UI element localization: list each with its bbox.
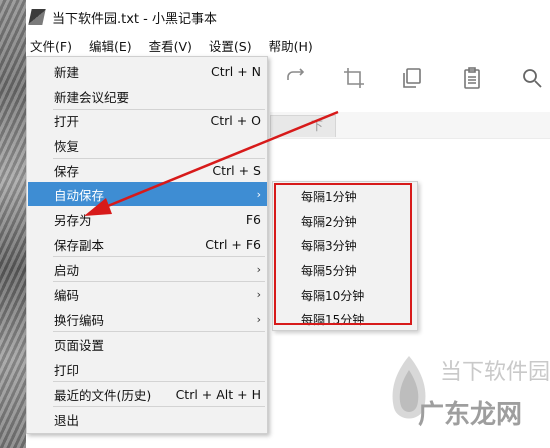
tab-bar: 下 [270, 112, 550, 138]
menu-settings[interactable]: 设置(S) [209, 36, 252, 55]
menu-item-new-meeting-notes[interactable]: 新建会议纪要 [28, 84, 267, 108]
window-title: 当下软件园.txt - 小黑记事本 [52, 11, 217, 27]
menu-item-label: 保存 [54, 163, 80, 179]
document-tab[interactable]: 下 [270, 115, 336, 137]
menu-item-label: 启动 [54, 262, 80, 278]
chevron-right-icon: › [256, 263, 261, 276]
watermark-text: 当下软件园 [440, 360, 550, 385]
menu-item-label: 另存为 [54, 212, 92, 228]
menu-item-label: 页面设置 [54, 337, 105, 353]
menu-item-save-copy[interactable]: 保存副本 Ctrl + F6 [28, 232, 267, 256]
menu-help[interactable]: 帮助(H) [269, 36, 313, 55]
chevron-right-icon: › [256, 288, 261, 301]
menu-item-label: 新建 [54, 64, 80, 80]
crop-icon[interactable] [342, 66, 366, 90]
redo-icon[interactable] [284, 66, 308, 90]
menu-item-save[interactable]: 保存 Ctrl + S [28, 158, 267, 182]
copy-icon[interactable] [400, 66, 424, 90]
desktop-background [0, 0, 26, 448]
menu-item-new[interactable]: 新建 Ctrl + N [28, 59, 267, 83]
menu-item-restore[interactable]: 恢复 [28, 133, 267, 157]
menu-item-shortcut: Ctrl + O [210, 112, 261, 128]
title-bar: 当下软件园.txt - 小黑记事本 [26, 0, 550, 34]
search-icon[interactable] [520, 66, 544, 90]
notepad-window: 当下软件园.txt - 小黑记事本 文件(F) 编辑(E) 查看(V) 设置(S… [26, 0, 550, 448]
menu-item-recent-files[interactable]: 最近的文件(历史) Ctrl + Alt + H [28, 382, 267, 406]
menu-edit[interactable]: 编辑(E) [89, 36, 132, 55]
menu-view[interactable]: 查看(V) [149, 36, 192, 55]
file-menu: 新建 Ctrl + N 新建会议纪要 打开 Ctrl + O 恢复 保存 Ctr… [26, 56, 268, 434]
clipboard-icon[interactable] [460, 66, 484, 90]
annotation-highlight-box [274, 183, 412, 325]
menu-item-encoding[interactable]: 编码 › [28, 282, 267, 306]
menu-item-page-setup[interactable]: 页面设置 [28, 332, 267, 356]
chevron-right-icon: › [256, 313, 261, 326]
menu-item-label: 换行编码 [54, 312, 105, 328]
watermark-text-secondary: 广东龙网 [418, 400, 523, 430]
menu-item-print[interactable]: 打印 [28, 357, 267, 381]
menu-item-startup[interactable]: 启动 › [28, 257, 267, 281]
menu-item-shortcut: Ctrl + Alt + H [175, 386, 261, 402]
menu-item-shortcut: F6 [245, 211, 261, 227]
menu-item-label: 恢复 [54, 138, 80, 154]
menu-item-label: 自动保存 [54, 187, 105, 203]
menu-item-label: 保存副本 [54, 237, 105, 253]
menu-item-label: 打开 [54, 113, 80, 129]
chevron-right-icon: › [256, 188, 261, 201]
menu-bar: 文件(F) 编辑(E) 查看(V) 设置(S) 帮助(H) [26, 34, 550, 56]
app-icon [28, 9, 46, 25]
menu-item-label: 新建会议纪要 [54, 89, 130, 105]
menu-item-label: 打印 [54, 362, 80, 378]
menu-item-shortcut: Ctrl + F6 [205, 236, 261, 252]
tab-label: 下 [311, 119, 324, 133]
menu-item-shortcut: Ctrl + S [212, 162, 261, 178]
menu-item-line-ending[interactable]: 换行编码 › [28, 307, 267, 331]
menu-item-save-as[interactable]: 另存为 F6 [28, 207, 267, 231]
menu-item-exit[interactable]: 退出 [28, 407, 267, 431]
menu-item-label: 最近的文件(历史) [54, 387, 152, 403]
menu-file[interactable]: 文件(F) [30, 36, 72, 55]
toolbar [270, 60, 550, 96]
menu-item-open[interactable]: 打开 Ctrl + O [28, 108, 267, 132]
menu-item-label: 编码 [54, 287, 80, 303]
menu-item-label: 退出 [54, 412, 80, 428]
menu-item-shortcut: Ctrl + N [210, 63, 261, 79]
menu-item-autosave[interactable]: 自动保存 › [28, 182, 267, 206]
